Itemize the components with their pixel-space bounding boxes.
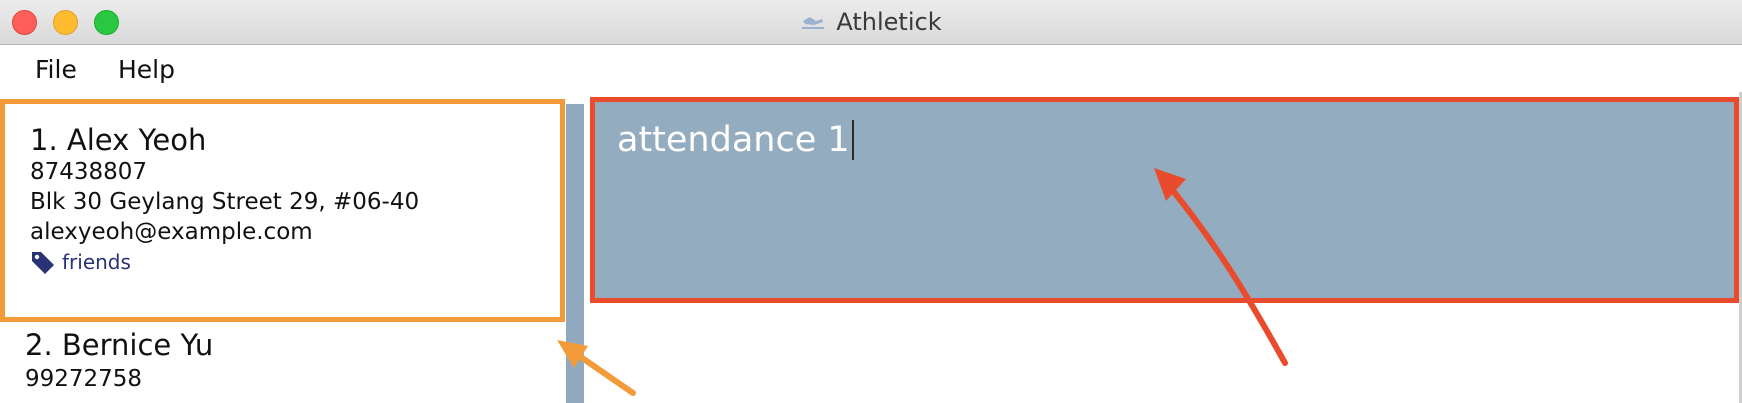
menu-bar: File Help: [0, 45, 1742, 92]
menu-help[interactable]: Help: [118, 55, 175, 84]
result-text-content: attendance 1: [617, 120, 850, 160]
person-list-scrollbar[interactable]: [566, 104, 584, 403]
result-display[interactable]: attendance 1: [590, 97, 1739, 303]
person-phone: 99272758: [25, 366, 143, 392]
person-list-panel: 1. Alex Yeoh 87438807 Blk 30 Geylang Str…: [0, 92, 566, 403]
result-text: attendance 1: [617, 120, 854, 160]
scrollbar-thumb[interactable]: [566, 104, 584, 403]
person-card-1[interactable]: 1. Alex Yeoh 87438807 Blk 30 Geylang Str…: [0, 99, 565, 322]
app-window: Athletick File Help 1. Alex Yeoh 8743880…: [0, 0, 1742, 403]
window-title-group: Athletick: [0, 0, 1742, 44]
window-title: Athletick: [836, 8, 942, 36]
title-bar: Athletick: [0, 0, 1742, 45]
text-caret: [851, 120, 854, 160]
person-email: alexyeoh@example.com: [30, 219, 313, 245]
person-name: 2. Bernice Yu: [25, 328, 214, 362]
person-tag: friends: [30, 249, 131, 275]
person-address: Blk 30 Geylang Street 29, #06-40: [30, 189, 420, 215]
person-phone: 87438807: [30, 159, 148, 185]
person-card-2[interactable]: 2. Bernice Yu 99272758: [0, 328, 565, 403]
tag-icon: [32, 252, 54, 274]
athletick-app-icon: [802, 17, 825, 29]
person-name: 1. Alex Yeoh: [30, 123, 207, 157]
main-panel: attendance 1: [584, 92, 1742, 403]
menu-file[interactable]: File: [35, 55, 77, 84]
tag-label: friends: [62, 250, 131, 274]
